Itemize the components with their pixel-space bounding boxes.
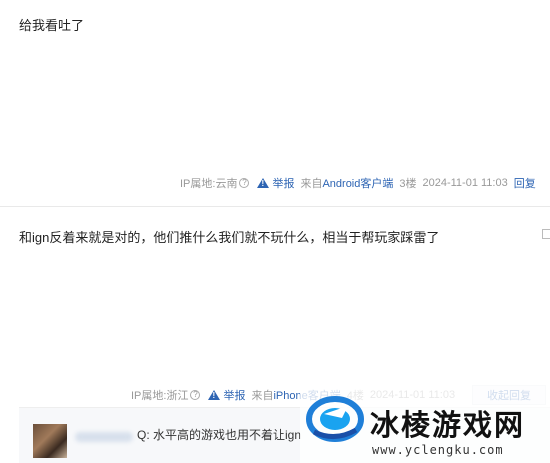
ip-location: IP属地:浙江: [131, 390, 189, 402]
post-floor-3: 给我看吐了 IP属地:云南 ? 举报 来自Android客户端 3楼 2024-…: [0, 0, 550, 206]
blurred-username: [75, 432, 133, 442]
floor-number: 3楼: [399, 178, 417, 190]
warning-triangle-icon: [208, 390, 221, 400]
client-source[interactable]: 来自iPhone客户端: [251, 387, 340, 403]
floor-number: 4楼: [346, 390, 364, 402]
avatar[interactable]: [33, 424, 67, 458]
post-meta: IP属地:浙江 ? 举报 来自iPhone客户端 4楼 2024-11-01 1…: [131, 387, 461, 403]
post-content: 给我看吐了: [19, 18, 85, 33]
client-source[interactable]: 来自Android客户端: [300, 175, 393, 191]
post-time: 2024-11-01 11:03: [369, 389, 456, 401]
client-link[interactable]: iPhone客户端: [273, 390, 340, 402]
post-time: 2024-11-01 11:03: [422, 177, 508, 189]
post-meta: IP属地:云南 ? 举报 来自Android客户端 3楼 2024-11-01 …: [180, 175, 536, 191]
ip-location: IP属地:云南: [180, 178, 238, 190]
report-label: 举报: [223, 390, 246, 402]
post-floor-4: 和ign反着来就是对的，他们推什么我们就不玩什么，相当于帮玩家踩雷了 IP属地:…: [0, 207, 550, 463]
report-button[interactable]: 举报: [208, 387, 245, 403]
report-button[interactable]: 举报: [257, 175, 294, 191]
warning-triangle-icon: [257, 178, 270, 188]
sub-reply-box: Q: 水平高的游戏也用不着让ign: [19, 407, 550, 463]
question-circle-icon[interactable]: ?: [239, 178, 250, 188]
reply-button[interactable]: 回复: [514, 175, 536, 191]
report-label: 举报: [272, 178, 295, 190]
question-circle-icon[interactable]: ?: [190, 390, 201, 400]
sub-reply-text: Q: 水平高的游戏也用不着让ign: [137, 428, 302, 442]
post-content: 和ign反着来就是对的，他们推什么我们就不玩什么，相当于帮玩家踩雷了: [19, 230, 440, 245]
bracket-icon: [542, 229, 550, 239]
collapse-replies-button[interactable]: 收起回复: [472, 385, 546, 405]
client-link[interactable]: Android客户端: [322, 178, 393, 190]
